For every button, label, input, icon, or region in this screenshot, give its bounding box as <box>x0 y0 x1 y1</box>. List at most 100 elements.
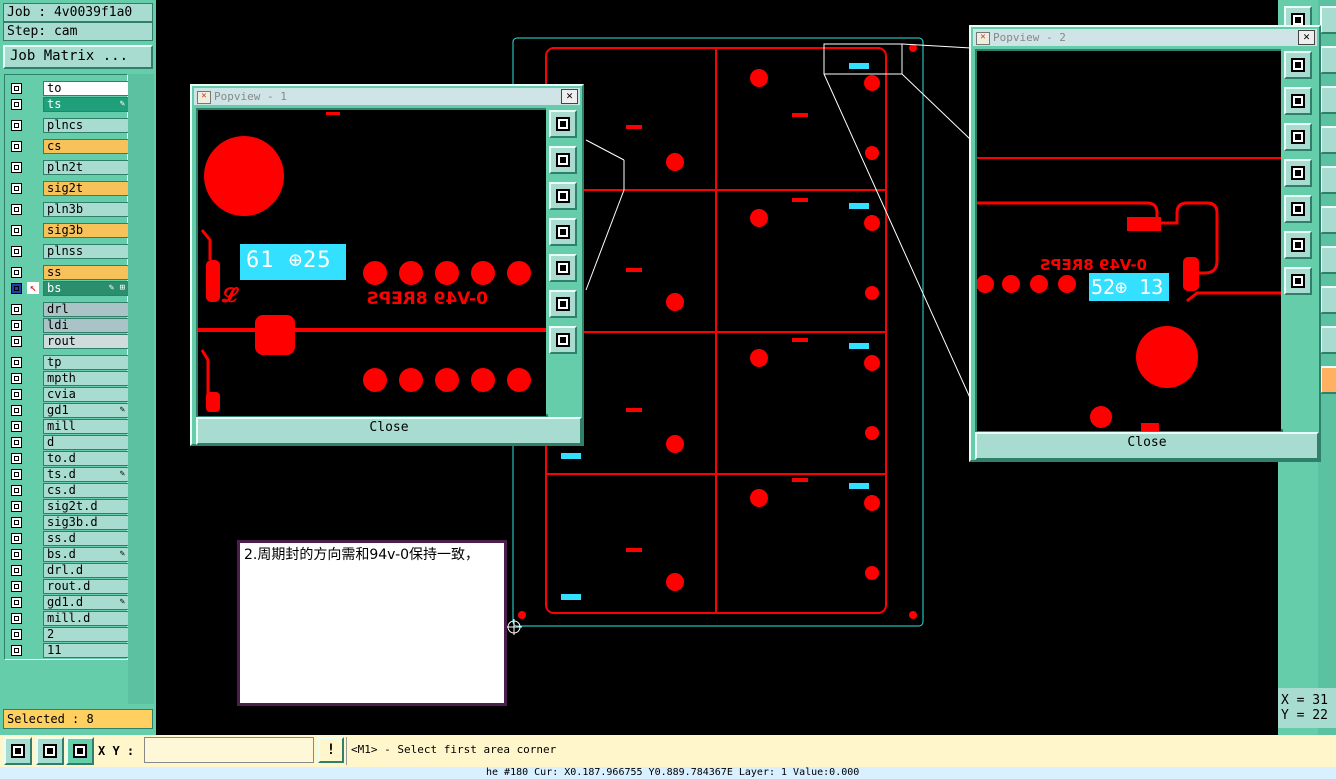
popview-2-pan-right-button[interactable] <box>1284 195 1312 223</box>
layer-row[interactable]: plncs <box>7 118 129 133</box>
layer-name[interactable]: cs.d <box>43 483 129 498</box>
layer-row[interactable]: sig2t <box>7 181 129 196</box>
layer-name[interactable]: pln3b <box>43 202 129 217</box>
layer-name[interactable]: bs ✎ ⊞ <box>43 281 129 296</box>
layer-row[interactable]: to <box>7 81 129 96</box>
layer-row[interactable]: 11 <box>7 643 129 658</box>
layer-name[interactable]: mill.d <box>43 611 129 626</box>
layer-checkbox[interactable] <box>11 597 22 608</box>
layer-row[interactable]: cs <box>7 139 129 154</box>
layer-row[interactable]: pln3b <box>7 202 129 217</box>
layer-checkbox[interactable] <box>11 453 22 464</box>
layer-checkbox[interactable] <box>11 267 22 278</box>
toolbar-button-9[interactable] <box>1320 286 1336 314</box>
popview-2-pan-down-button[interactable] <box>1284 123 1312 151</box>
layer-row[interactable]: pln2t <box>7 160 129 175</box>
popview-1-pan-down-button[interactable] <box>549 182 577 210</box>
popview-1-close-button[interactable]: Close <box>196 417 582 445</box>
layer-row[interactable]: drl.d <box>7 563 129 578</box>
layer-name[interactable]: tp <box>43 355 129 370</box>
layer-checkbox[interactable] <box>11 565 22 576</box>
layer-checkbox[interactable] <box>11 120 22 131</box>
layer-name[interactable]: pln2t <box>43 160 129 175</box>
layer-checkbox[interactable] <box>11 141 22 152</box>
layer-name[interactable]: sig2t.d <box>43 499 129 514</box>
layer-row[interactable]: d <box>7 435 129 450</box>
layer-checkbox[interactable] <box>11 645 22 656</box>
layer-row[interactable]: plnss <box>7 244 129 259</box>
layer-name[interactable]: ss.d <box>43 531 129 546</box>
popview-1-pan-left-button[interactable] <box>549 218 577 246</box>
layer-checkbox[interactable] <box>11 83 22 94</box>
popview-1-zoom-in-button[interactable] <box>549 290 577 318</box>
popview-1-viewport[interactable]: 𝓛 61 ⊕25 0-V49 8REPS <box>196 108 548 418</box>
layer-checkbox[interactable] <box>11 533 22 544</box>
popview-2-titlebar[interactable]: ✕ Popview - 2 ✕ <box>973 29 1317 46</box>
toolbar-button-7[interactable] <box>1320 206 1336 234</box>
layer-checkbox[interactable] <box>11 204 22 215</box>
layer-checkbox[interactable] <box>11 183 22 194</box>
popview-2-pan-up-button[interactable] <box>1284 87 1312 115</box>
layer-row[interactable]: mpth <box>7 371 129 386</box>
popview-1-zoom-out-button[interactable] <box>549 326 577 354</box>
popview-2-close-button[interactable]: Close <box>975 432 1319 460</box>
layer-row[interactable]: gd1 ✎ <box>7 403 129 418</box>
popview-2-viewport[interactable]: 52⊕ 13 0-V49 8REPS <box>975 49 1283 433</box>
layer-row[interactable]: sig2t.d <box>7 499 129 514</box>
layer-row[interactable]: ss <box>7 265 129 280</box>
layer-row[interactable]: ss.d <box>7 531 129 546</box>
layer-name[interactable]: plncs <box>43 118 129 133</box>
layer-name[interactable]: cs <box>43 139 129 154</box>
layer-row[interactable]: gd1.d ✎ <box>7 595 129 610</box>
layer-row[interactable]: to.d <box>7 451 129 466</box>
layer-row[interactable]: ↖ bs ✎ ⊞ <box>7 281 129 296</box>
layer-checkbox[interactable] <box>11 389 22 400</box>
layer-name[interactable]: sig2t <box>43 181 129 196</box>
layer-checkbox[interactable] <box>11 549 22 560</box>
popview-2-zoom-in-button[interactable] <box>1284 231 1312 259</box>
layer-checkbox[interactable] <box>11 304 22 315</box>
layer-checkbox[interactable] <box>11 437 22 448</box>
toolbar-button-8[interactable] <box>1320 246 1336 274</box>
exclaim-button[interactable]: ! <box>318 737 344 763</box>
layer-row[interactable]: drl <box>7 302 129 317</box>
toolbar-button-6[interactable] <box>1320 166 1336 194</box>
layer-name[interactable]: sig3b.d <box>43 515 129 530</box>
layer-row[interactable]: sig3b <box>7 223 129 238</box>
layer-checkbox[interactable] <box>11 283 22 294</box>
toolbar-button-3[interactable] <box>1320 46 1336 74</box>
popview-1-pan-right-button[interactable] <box>549 254 577 282</box>
layer-list-scroll-area[interactable] <box>128 74 154 704</box>
layer-checkbox[interactable] <box>11 629 22 640</box>
layer-row[interactable]: mill.d <box>7 611 129 626</box>
popview-1-zoom-fit-button[interactable] <box>549 110 577 138</box>
toolbar-button-2[interactable] <box>1320 6 1336 34</box>
layer-name[interactable]: sig3b <box>43 223 129 238</box>
layer-row[interactable]: cs.d <box>7 483 129 498</box>
xy-input[interactable] <box>144 737 314 763</box>
layer-checkbox[interactable] <box>11 99 22 110</box>
layer-row[interactable]: ts.d ✎ <box>7 467 129 482</box>
layer-name[interactable]: bs.d ✎ <box>43 547 129 562</box>
layer-name[interactable]: rout <box>43 334 129 349</box>
layer-name[interactable]: rout.d <box>43 579 129 594</box>
layer-checkbox[interactable] <box>11 336 22 347</box>
layer-name[interactable]: ts ✎ <box>43 97 129 112</box>
toolbar-button-10[interactable] <box>1320 326 1336 354</box>
layer-row[interactable]: cvia <box>7 387 129 402</box>
layer-row[interactable]: bs.d ✎ <box>7 547 129 562</box>
layer-row[interactable]: tp <box>7 355 129 370</box>
layer-name[interactable]: d <box>43 435 129 450</box>
layer-row[interactable]: rout <box>7 334 129 349</box>
popview-1-titlebar[interactable]: ✕ Popview - 1 ✕ <box>194 88 580 105</box>
toolbar-button-11[interactable] <box>1320 366 1336 394</box>
layer-name[interactable]: 11 <box>43 643 129 658</box>
layer-checkbox[interactable] <box>11 225 22 236</box>
layer-name[interactable]: drl.d <box>43 563 129 578</box>
layer-checkbox[interactable] <box>11 613 22 624</box>
layer-name[interactable]: drl <box>43 302 129 317</box>
job-matrix-button[interactable]: Job Matrix ... <box>3 45 153 69</box>
layer-row[interactable]: sig3b.d <box>7 515 129 530</box>
layer-checkbox[interactable] <box>11 581 22 592</box>
grid-button[interactable] <box>66 737 94 765</box>
